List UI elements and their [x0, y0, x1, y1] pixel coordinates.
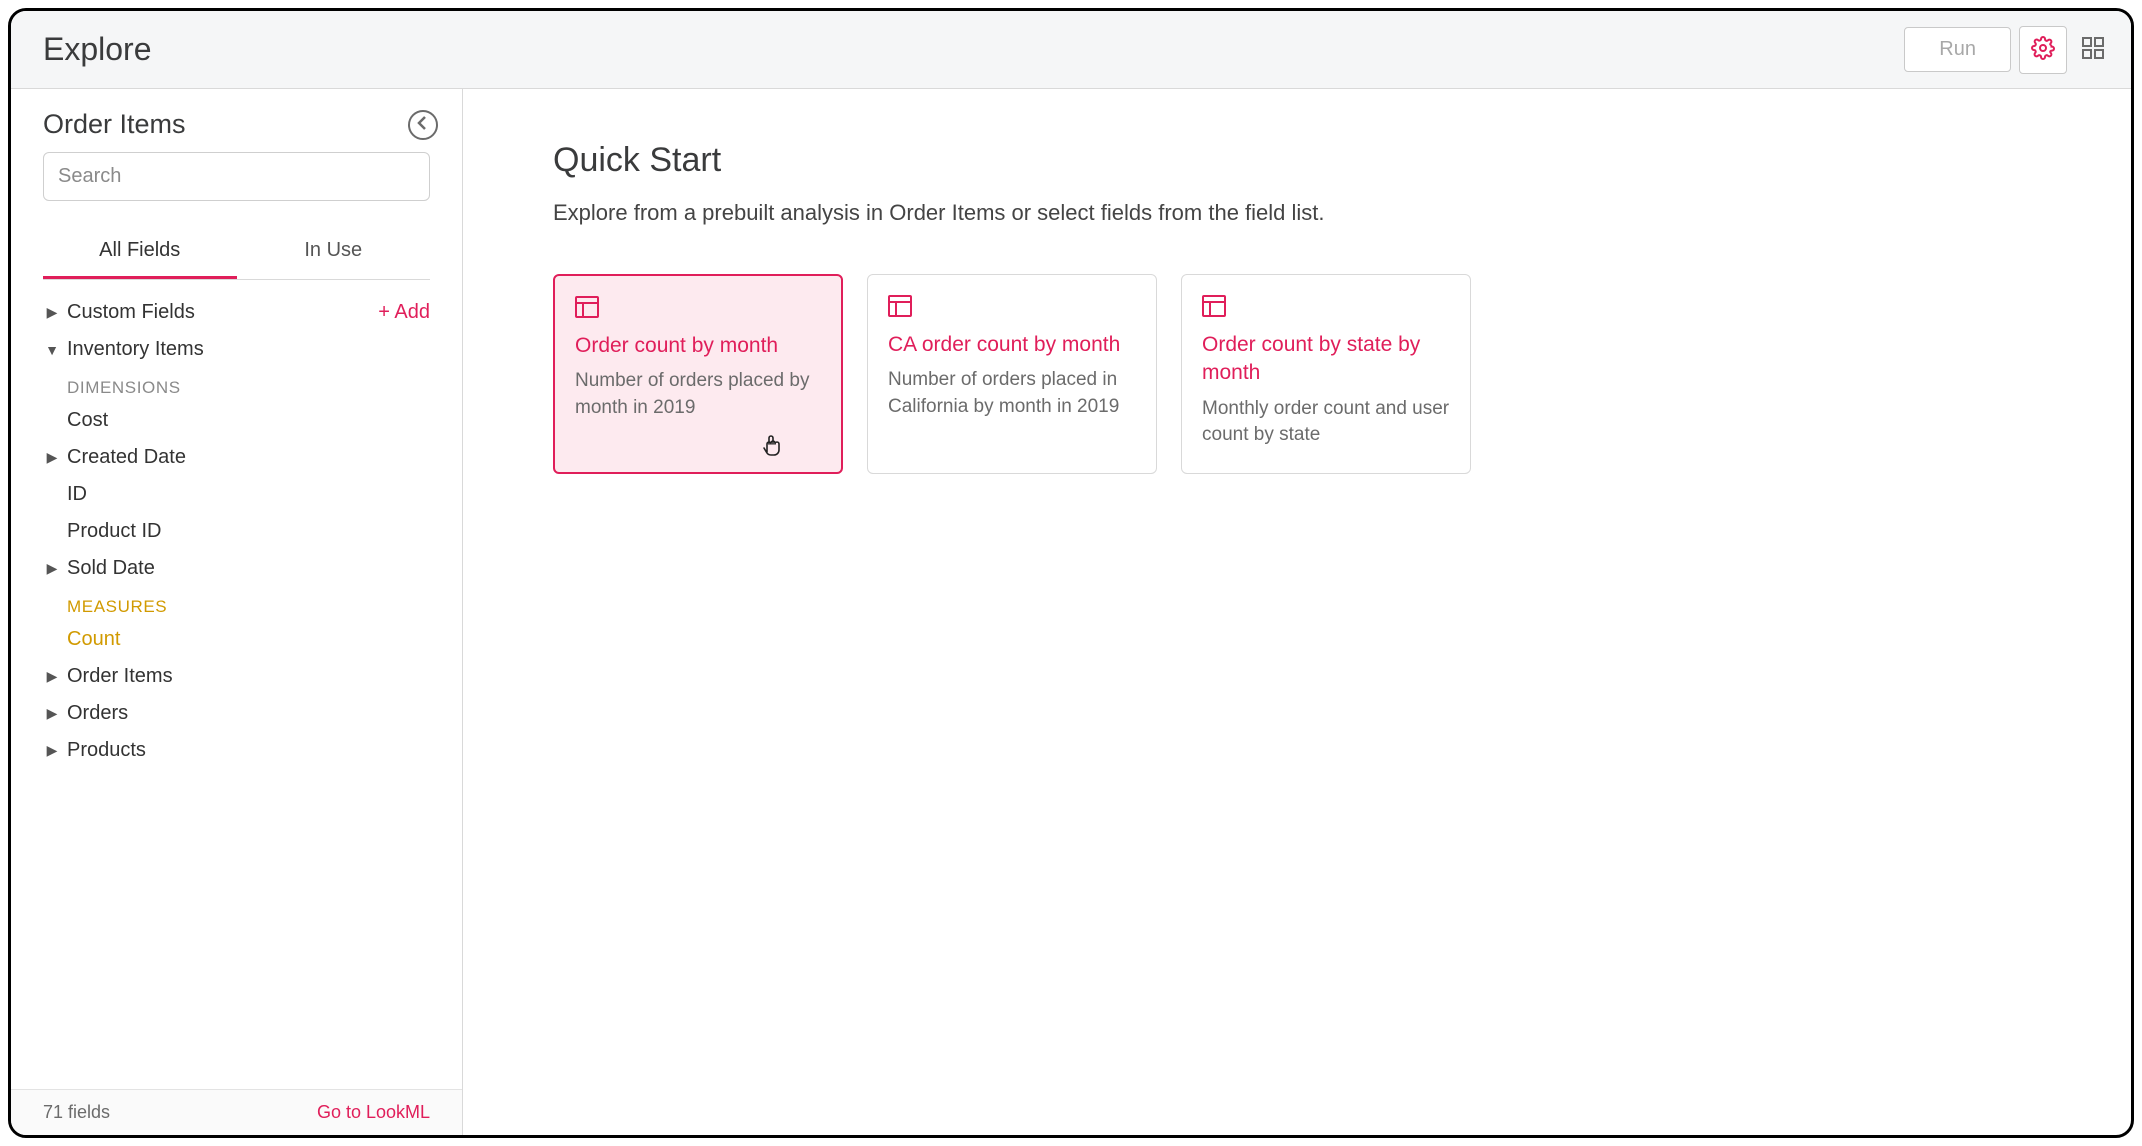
card-description: Number of orders placed by month in 2019 — [575, 368, 821, 421]
gear-icon — [2031, 36, 2055, 63]
group-label: Orders — [67, 702, 128, 725]
group-label: Products — [67, 739, 146, 762]
qs-card-order-count-by-month[interactable]: Order count by month Number of orders pl… — [553, 274, 843, 474]
field-label: Count — [67, 628, 120, 651]
card-title: CA order count by month — [888, 331, 1136, 359]
field-cost[interactable]: Cost — [43, 402, 430, 439]
field-label: Created Date — [67, 446, 186, 469]
sidebar-footer: 71 fields Go to LookML — [11, 1089, 462, 1135]
caret-down-icon: ▼ — [43, 342, 61, 358]
group-label: Custom Fields — [67, 301, 195, 324]
qs-card-order-count-by-state-by-month[interactable]: Order count by state by month Monthly or… — [1181, 274, 1471, 474]
field-picker-sidebar: Order Items All Fields In Use — [11, 89, 463, 1135]
card-description: Number of orders placed in California by… — [888, 367, 1136, 420]
field-product-id[interactable]: Product ID — [43, 513, 430, 550]
collapse-sidebar-button[interactable] — [408, 110, 438, 140]
field-label: Sold Date — [67, 557, 155, 580]
group-orders[interactable]: ▶ Orders — [43, 695, 430, 732]
tab-in-use[interactable]: In Use — [237, 227, 431, 279]
explore-name: Order Items — [43, 109, 408, 140]
go-to-lookml-link[interactable]: Go to LookML — [317, 1102, 430, 1123]
qs-card-ca-order-count-by-month[interactable]: CA order count by month Number of orders… — [867, 274, 1157, 474]
field-id[interactable]: ID — [43, 476, 430, 513]
card-title: Order count by month — [575, 332, 821, 360]
group-products[interactable]: ▶ Products — [43, 732, 430, 769]
quick-start-title: Quick Start — [553, 141, 2081, 180]
table-icon — [575, 296, 821, 318]
settings-button[interactable] — [2019, 26, 2067, 74]
search-input[interactable] — [43, 152, 430, 201]
field-label: ID — [67, 483, 87, 506]
top-toolbar: Explore Run — [11, 11, 2131, 89]
caret-right-icon: ▶ — [43, 560, 61, 577]
tab-all-fields[interactable]: All Fields — [43, 227, 237, 279]
group-custom-fields[interactable]: ▶ Custom Fields + Add — [43, 294, 430, 331]
group-inventory-items[interactable]: ▼ Inventory Items — [43, 331, 430, 368]
grid-icon — [2082, 37, 2104, 62]
group-order-items[interactable]: ▶ Order Items — [43, 658, 430, 695]
field-created-date[interactable]: ▶ Created Date — [43, 439, 430, 476]
table-icon — [1202, 295, 1450, 317]
field-count[interactable]: Count — [43, 621, 430, 658]
quick-start-subtitle: Explore from a prebuilt analysis in Orde… — [553, 200, 2081, 226]
main-content: Quick Start Explore from a prebuilt anal… — [463, 89, 2131, 1135]
card-description: Monthly order count and user count by st… — [1202, 396, 1450, 449]
group-label: Order Items — [67, 665, 173, 688]
caret-right-icon: ▶ — [43, 742, 61, 759]
caret-right-icon: ▶ — [43, 668, 61, 685]
field-tabs: All Fields In Use — [43, 227, 430, 280]
quick-start-cards: Order count by month Number of orders pl… — [553, 274, 2081, 474]
field-list: ▶ Custom Fields + Add ▼ Inventory Items … — [11, 280, 462, 1089]
app-window: Explore Run — [8, 8, 2134, 1138]
field-label: Cost — [67, 409, 108, 432]
dimensions-heading: DIMENSIONS — [43, 368, 430, 402]
field-count: 71 fields — [43, 1102, 110, 1123]
caret-right-icon: ▶ — [43, 705, 61, 722]
measures-heading: MEASURES — [43, 587, 430, 621]
field-sold-date[interactable]: ▶ Sold Date — [43, 550, 430, 587]
page-title: Explore — [43, 31, 1904, 68]
cursor-icon — [761, 434, 783, 466]
add-custom-field-link[interactable]: + Add — [378, 301, 430, 324]
dashboard-grid-button[interactable] — [2075, 26, 2111, 74]
caret-right-icon: ▶ — [43, 304, 61, 321]
run-button[interactable]: Run — [1904, 27, 2011, 72]
chevron-left-icon — [417, 116, 429, 133]
group-label: Inventory Items — [67, 338, 204, 361]
caret-right-icon: ▶ — [43, 449, 61, 466]
table-icon — [888, 295, 1136, 317]
card-title: Order count by state by month — [1202, 331, 1450, 388]
field-label: Product ID — [67, 520, 161, 543]
